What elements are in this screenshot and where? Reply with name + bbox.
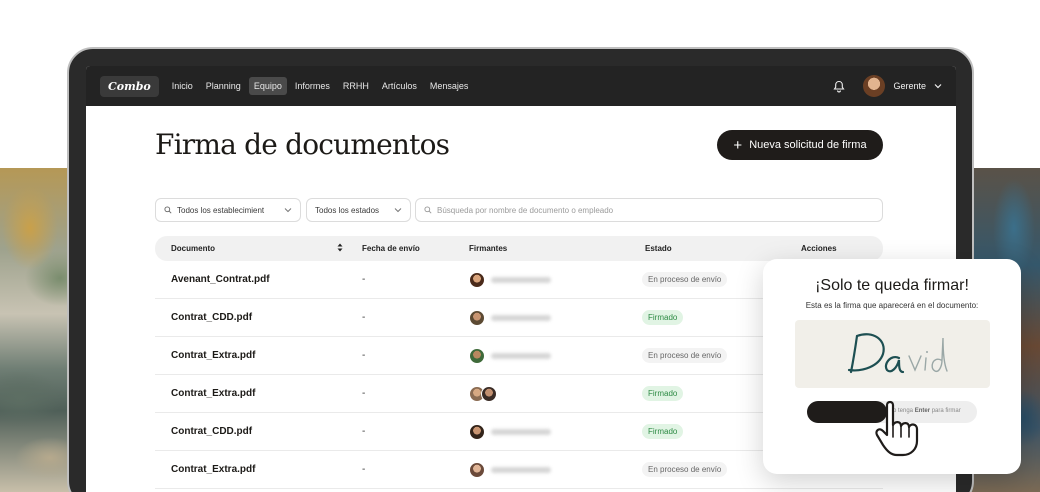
state-filter-value: Todos los estados [315,205,380,215]
status-badge: En proceso de envío [642,348,728,363]
column-header-document[interactable]: Documento [171,244,215,253]
nav-item-informes[interactable]: Informes [290,77,335,95]
signer-name-blurred [491,277,551,283]
nav-item-rrhh[interactable]: RRHH [338,77,374,95]
new-signature-request-label: Nueva solicitud de firma [749,139,867,151]
pointer-hand-icon [875,400,919,457]
chevron-down-icon [394,206,402,215]
signers [469,272,551,288]
signature-modal-title: ¡Solo te queda firmar! [815,277,969,294]
search-icon [424,206,432,214]
table-header: Documento Fecha de envío Firmantes Estad… [155,236,883,261]
search-input[interactable]: Búsqueda por nombre de documento o emple… [415,198,883,222]
avatar [469,348,485,364]
signers [469,386,497,402]
signer-name-blurred [491,467,551,473]
signers [469,462,551,478]
signer-name-blurred [491,353,551,359]
user-name[interactable]: Gerente [893,81,926,91]
column-header-signers[interactable]: Firmantes [469,244,507,253]
document-name[interactable]: Contrat_Extra.pdf [171,464,255,475]
send-date: - [362,388,366,399]
avatar [481,386,497,402]
app-logo[interactable]: Combo [100,75,159,97]
user-avatar[interactable] [863,75,886,97]
top-nav: Combo Inicio Planning Equipo Informes RR… [86,66,956,106]
document-name[interactable]: Contrat_Extra.pdf [171,388,255,399]
send-date: - [362,426,366,437]
status-badge: Firmado [642,310,684,325]
avatar [469,310,485,326]
send-date: - [362,274,366,285]
new-signature-request-button[interactable]: + Nueva solicitud de firma [717,130,883,160]
document-name[interactable]: Contrat_CDD.pdf [171,426,252,437]
signature-preview [795,320,990,388]
chevron-down-icon [284,206,292,215]
signers [469,348,551,364]
document-name[interactable]: Contrat_Extra.pdf [171,350,255,361]
avatar [469,462,485,478]
column-header-date[interactable]: Fecha de envío [362,244,420,253]
signature-drawing [847,333,948,374]
establishment-filter-value: Todos los establecimient [177,205,265,215]
filters-bar: Todos los establecimient Todos los estad… [155,198,883,222]
avatar [469,424,485,440]
signer-name-blurred [491,315,551,321]
search-icon [164,206,172,214]
send-date: - [362,350,366,361]
page-title: Firma de documentos [155,128,450,161]
document-name[interactable]: Avenant_Contrat.pdf [171,274,270,285]
establishment-filter[interactable]: Todos los establecimient [155,198,301,222]
nav-item-planning[interactable]: Planning [201,77,246,95]
signature-modal: ¡Solo te queda firmar! Esta es la firma … [763,259,1021,474]
column-header-actions: Acciones [801,244,837,253]
signer-name-blurred [491,429,551,435]
plus-icon: + [733,136,743,154]
bell-icon[interactable] [831,78,847,94]
status-badge: En proceso de envío [642,462,728,477]
sort-icon[interactable] [337,243,343,254]
chevron-down-icon[interactable] [934,81,942,91]
avatar [469,272,485,288]
signers [469,424,551,440]
nav-item-equipo[interactable]: Equipo [248,77,287,95]
search-placeholder: Búsqueda por nombre de documento o emple… [437,205,614,215]
state-filter[interactable]: Todos los estados [306,198,411,222]
column-header-status[interactable]: Estado [645,244,672,253]
send-date: - [362,312,366,323]
signers [469,310,551,326]
nav-item-articulos[interactable]: Artículos [377,77,422,95]
send-date: - [362,464,366,475]
nav-item-inicio[interactable]: Inicio [167,77,198,95]
nav-item-mensajes[interactable]: Mensajes [425,77,474,95]
status-badge: Firmado [642,386,684,401]
status-badge: Firmado [642,424,684,439]
signature-modal-subtitle: Esta es la firma que aparecerá en el doc… [805,301,979,310]
status-badge: En proceso de envío [642,272,728,287]
document-name[interactable]: Contrat_CDD.pdf [171,312,252,323]
